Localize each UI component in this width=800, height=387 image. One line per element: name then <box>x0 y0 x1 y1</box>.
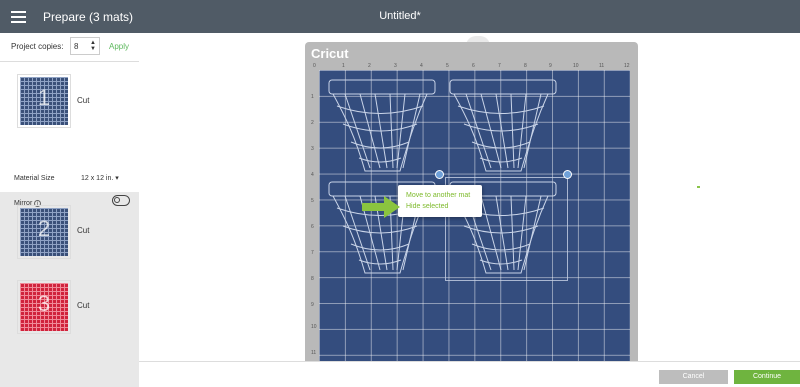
mat-label-3: Cut <box>77 301 90 310</box>
apply-button[interactable]: Apply <box>109 42 129 51</box>
project-copies-row: Project copies: 8 ▲ ▼ Apply <box>0 33 139 61</box>
mat-thumbnail-1[interactable]: 1 <box>17 74 71 128</box>
cursor-marker <box>697 186 700 188</box>
context-menu: Move to another mat Hide selected <box>398 185 482 217</box>
mat-label-1: Cut <box>77 96 90 105</box>
cancel-button[interactable]: Cancel <box>659 370 728 384</box>
ruler-horizontal: 0 1 2 3 4 5 6 7 8 9 10 11 12 <box>313 63 630 69</box>
chevron-down-icon: ▾ <box>115 175 119 182</box>
project-copies-value: 8 <box>74 42 79 51</box>
basketball-hoop-design[interactable] <box>446 76 566 176</box>
material-size-select[interactable]: 12 x 12 in. ▾ <box>78 170 130 186</box>
project-copies-input[interactable]: 8 ▲ ▼ <box>70 37 100 55</box>
continue-button[interactable]: Continue <box>734 370 800 384</box>
project-copies-label: Project copies: <box>11 42 64 51</box>
arrow-right-icon <box>362 196 400 218</box>
mat-label-2: Cut <box>77 226 90 235</box>
document-title: Untitled* <box>379 10 421 22</box>
ruler-vertical: 1 2 3 4 5 6 7 8 9 10 11 <box>311 94 317 356</box>
more-options-handle[interactable] <box>435 170 444 179</box>
mat-number-3: 3 <box>37 291 51 316</box>
mat-sidebar: Project copies: 8 ▲ ▼ Apply 1 Cut Materia… <box>0 33 139 387</box>
material-size-value: 12 x 12 in. <box>81 175 114 182</box>
menu-item-move-to-another-mat[interactable]: Move to another mat <box>406 192 470 199</box>
mat-number-2: 2 <box>37 216 51 241</box>
basketball-hoop-design[interactable] <box>325 76 445 176</box>
mat-item-1[interactable]: 1 Cut Material Size 12 x 12 in. ▾ Mirror… <box>0 61 139 207</box>
rotate-handle[interactable] <box>563 170 572 179</box>
material-size-label: Material Size <box>14 175 55 182</box>
cricut-logo: Cricut <box>311 46 349 61</box>
mat-number-1: 1 <box>37 85 51 110</box>
top-bar: Prepare (3 mats) Untitled* <box>0 0 800 33</box>
copies-stepper-icon[interactable]: ▲ ▼ <box>90 40 96 52</box>
mat-thumbnail-3[interactable]: 3 <box>17 280 71 334</box>
mat-thumbnail-2[interactable]: 2 <box>17 205 71 259</box>
menu-item-hide-selected[interactable]: Hide selected <box>406 203 448 210</box>
mirror-toggle[interactable] <box>112 195 130 206</box>
